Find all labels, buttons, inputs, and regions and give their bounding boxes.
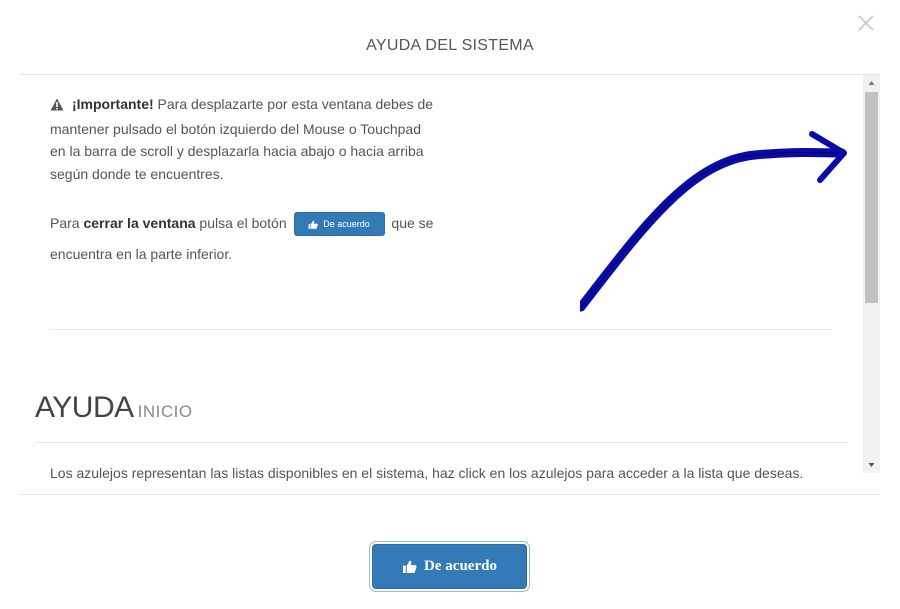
scrollbar[interactable] bbox=[863, 75, 880, 473]
scroll-up-button[interactable] bbox=[863, 75, 880, 91]
help-heading: AYUDA INICIO bbox=[35, 391, 193, 425]
footer-divider bbox=[20, 494, 880, 495]
inline-agree-label: De acuerdo bbox=[323, 218, 370, 229]
help-paragraph: Los azulejos representan las listas disp… bbox=[50, 465, 804, 481]
close-instructions-prefix: Para bbox=[50, 215, 84, 231]
close-window-label: cerrar la ventana bbox=[83, 215, 196, 231]
thumbs-up-icon bbox=[403, 560, 417, 573]
important-label: ¡Importante! bbox=[72, 96, 154, 112]
close-instructions-middle: pulsa el botón bbox=[195, 215, 291, 231]
scrollbar-thumb[interactable] bbox=[865, 92, 878, 303]
agree-button[interactable]: De acuerdo bbox=[372, 544, 527, 589]
inline-agree-button[interactable]: De acuerdo bbox=[293, 212, 385, 237]
arrow-up-icon bbox=[868, 81, 875, 85]
help-title: AYUDA bbox=[35, 391, 134, 424]
modal-body: ¡Importante! Para desplazarte por esta v… bbox=[20, 75, 863, 494]
important-notice: ¡Importante! Para desplazarte por esta v… bbox=[50, 93, 440, 185]
modal-title: AYUDA DEL SISTEMA bbox=[366, 37, 534, 54]
close-button[interactable] bbox=[855, 12, 877, 34]
warning-icon bbox=[50, 95, 66, 118]
curved-arrow-icon bbox=[580, 131, 847, 312]
scroll-down-button[interactable] bbox=[863, 457, 880, 473]
arrow-down-icon bbox=[868, 463, 875, 467]
section-divider bbox=[50, 329, 832, 330]
close-icon bbox=[858, 15, 874, 31]
close-instructions: Para cerrar la ventana pulsa el botón De… bbox=[50, 208, 450, 270]
heading-divider bbox=[35, 442, 848, 443]
thumbs-up-icon bbox=[308, 220, 318, 229]
help-subtitle: INICIO bbox=[137, 402, 193, 421]
agree-button-label: De acuerdo bbox=[424, 558, 497, 574]
